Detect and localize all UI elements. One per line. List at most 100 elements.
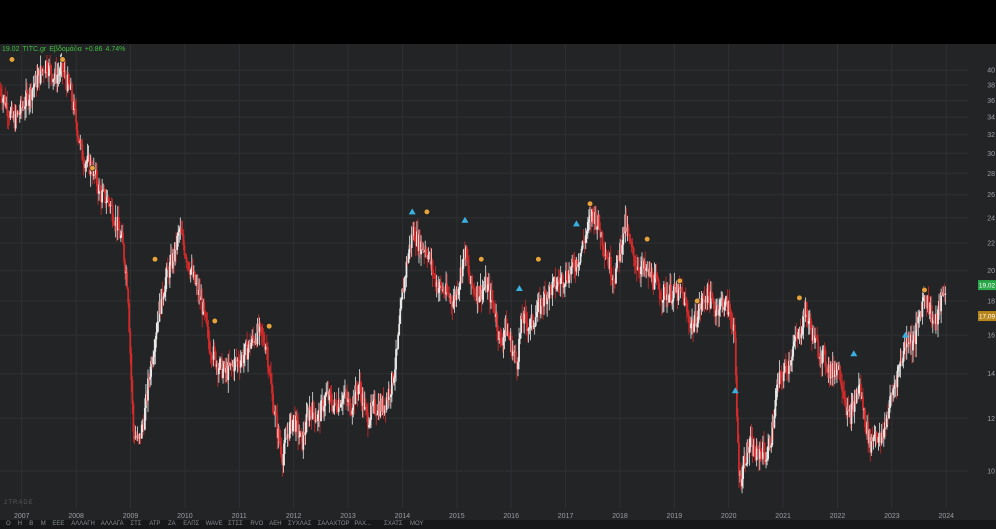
candle-body[interactable]: [52, 79, 55, 82]
candle-body[interactable]: [178, 229, 181, 233]
candle-body[interactable]: [323, 406, 326, 412]
candle-body[interactable]: [612, 278, 615, 284]
candle-body[interactable]: [9, 110, 12, 118]
candle-body[interactable]: [791, 356, 793, 361]
candle-body[interactable]: [374, 399, 377, 413]
candle-body[interactable]: [309, 407, 312, 411]
candle-body[interactable]: [566, 270, 568, 281]
candle-body[interactable]: [468, 265, 470, 277]
candle-body[interactable]: [615, 268, 617, 284]
candle-body[interactable]: [524, 310, 527, 314]
candle-body[interactable]: [105, 201, 108, 204]
candle-body[interactable]: [637, 267, 640, 272]
toolbar-item[interactable]: ΣΧΑΤΣ: [384, 521, 403, 527]
candle-body[interactable]: [551, 281, 554, 296]
candle-body[interactable]: [32, 87, 35, 90]
candle-body[interactable]: [427, 255, 430, 260]
candle-body[interactable]: [621, 244, 624, 255]
candle-body[interactable]: [368, 425, 370, 428]
candle-body[interactable]: [521, 315, 524, 320]
candle-body[interactable]: [18, 113, 21, 115]
candle-body[interactable]: [71, 84, 73, 102]
toolbar-item[interactable]: ΡΑΧ...: [354, 521, 371, 527]
candle-body[interactable]: [585, 231, 588, 236]
candle-body[interactable]: [339, 403, 342, 408]
candle-body[interactable]: [376, 414, 379, 416]
candle-body[interactable]: [252, 335, 255, 339]
candle-body[interactable]: [729, 311, 732, 316]
candle-body[interactable]: [780, 372, 783, 379]
toolbar-item[interactable]: WAVE: [206, 521, 223, 527]
candle-body[interactable]: [728, 301, 731, 312]
toolbar-item[interactable]: RVO: [250, 521, 263, 527]
candle-body[interactable]: [99, 184, 101, 191]
candle-body[interactable]: [446, 283, 449, 293]
candle-body[interactable]: [491, 290, 493, 300]
candle-body[interactable]: [393, 377, 395, 384]
candle-body[interactable]: [825, 367, 828, 371]
candle-body[interactable]: [425, 249, 428, 255]
candle-body[interactable]: [265, 346, 268, 348]
candle-body[interactable]: [898, 366, 901, 368]
candle-body[interactable]: [563, 283, 566, 287]
candle-body[interactable]: [486, 284, 489, 292]
candle-body[interactable]: [918, 316, 921, 318]
candle-body[interactable]: [61, 61, 64, 72]
candle-body[interactable]: [36, 75, 39, 88]
candle-body[interactable]: [437, 287, 440, 293]
candle-body[interactable]: [519, 333, 521, 339]
candle-body[interactable]: [862, 396, 864, 410]
candle-body[interactable]: [31, 89, 34, 101]
candle-body[interactable]: [681, 290, 684, 292]
toolbar-item[interactable]: ΣΤΣΣ: [228, 521, 243, 527]
candle-body[interactable]: [730, 315, 733, 325]
candle-body[interactable]: [127, 288, 130, 304]
candle-body[interactable]: [443, 289, 445, 294]
candle-body[interactable]: [208, 339, 211, 353]
candle-body[interactable]: [404, 277, 407, 279]
candle-body[interactable]: [28, 99, 31, 106]
candle-body[interactable]: [367, 412, 369, 428]
candle-body[interactable]: [282, 453, 285, 466]
candle-body[interactable]: [461, 259, 464, 277]
candle-body[interactable]: [147, 378, 149, 401]
candle-body[interactable]: [304, 432, 307, 436]
candle-body[interactable]: [784, 363, 787, 367]
candle-body[interactable]: [785, 366, 788, 373]
candle-body[interactable]: [602, 246, 605, 250]
candle-body[interactable]: [859, 383, 862, 399]
candle-body[interactable]: [407, 253, 410, 263]
candle-body[interactable]: [596, 226, 599, 230]
candle-body[interactable]: [517, 361, 519, 370]
candle-body[interactable]: [76, 122, 79, 136]
candle-body[interactable]: [736, 416, 739, 443]
candle-body[interactable]: [154, 339, 157, 352]
candle-body[interactable]: [117, 217, 120, 230]
candle-body[interactable]: [153, 351, 156, 357]
candle-body[interactable]: [609, 256, 612, 277]
candle-body[interactable]: [250, 342, 253, 349]
candle-body[interactable]: [261, 333, 264, 335]
candle-body[interactable]: [782, 372, 785, 382]
candle-body[interactable]: [531, 314, 534, 327]
candle-body[interactable]: [702, 295, 705, 299]
candle-body[interactable]: [481, 289, 484, 300]
candle-body[interactable]: [267, 367, 270, 373]
signal-marker-cyan[interactable]: [850, 350, 858, 357]
candle-body[interactable]: [763, 442, 765, 453]
candle-body[interactable]: [864, 409, 866, 428]
candle-body[interactable]: [535, 311, 538, 318]
candle-body[interactable]: [77, 135, 80, 139]
candle-body[interactable]: [247, 348, 249, 360]
candle-body[interactable]: [680, 287, 683, 291]
candle-body[interactable]: [755, 446, 758, 461]
candle-body[interactable]: [205, 314, 208, 323]
candle-body[interactable]: [143, 408, 146, 430]
candle-body[interactable]: [562, 286, 565, 288]
candle-body[interactable]: [85, 162, 88, 164]
candle-body[interactable]: [764, 452, 766, 462]
candle-body[interactable]: [640, 266, 642, 275]
candle-body[interactable]: [844, 398, 847, 403]
candle-body[interactable]: [0, 88, 2, 97]
candle-body[interactable]: [744, 456, 747, 466]
